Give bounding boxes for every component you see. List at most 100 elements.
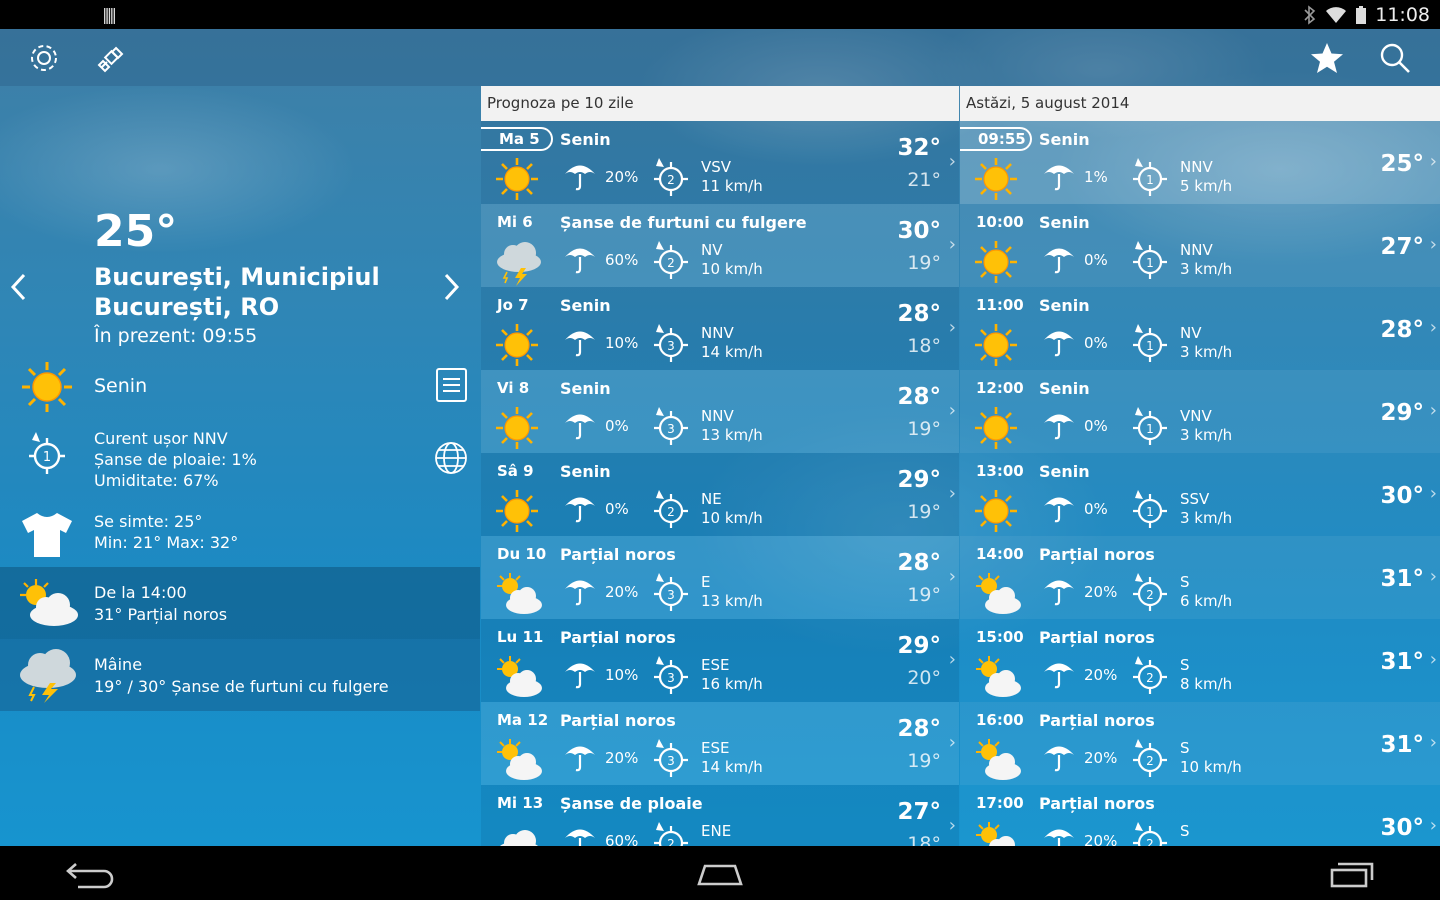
wind-compass-icon: 2 [649,819,693,846]
wind-speed: 11 km/h [701,177,763,195]
forecast-desc: Parțial noros [1039,628,1155,647]
sun-icon [974,406,1018,450]
sun-icon [22,362,72,412]
sun-icon [495,157,539,201]
hour-row[interactable]: 09:55 Senin 1% 1 NNV 5 km/h 25° › [960,121,1440,204]
svg-text:2: 2 [1146,588,1154,602]
forecast-desc: Șanse de ploaie [560,794,703,813]
hour-row[interactable]: 16:00 Parțial noros 20% 2 S 10 km/h 31° › [960,702,1440,785]
back-icon[interactable] [64,860,118,890]
status-bar: ||||| 11:08 [0,0,1440,29]
sun-icon [495,489,539,533]
shirt-icon [22,513,72,557]
home-icon[interactable] [697,862,743,886]
day-row[interactable]: Jo 7 Senin 10% 3 NNV 14 km/h 28° 18° › [481,287,959,370]
day-row[interactable]: Ma 12 Parțial noros 20% 3 ESE 14 km/h 28° 19° › [481,702,959,785]
document-icon[interactable] [436,368,467,402]
navigation-bar [0,846,1440,900]
high-temp: 28° [897,301,941,327]
high-temp: 27° [897,799,941,825]
hour-row[interactable]: 10:00 Senin 0% 1 NNV 3 km/h 27° › [960,204,1440,287]
wind-compass-icon: 3 [649,321,693,365]
chevron-right-icon[interactable] [440,272,462,310]
chevron-right-icon: › [1429,234,1437,255]
wind-direction: VSV [701,158,732,176]
tomorrow-card[interactable]: Mâine 19° / 30° Șanse de furtuni cu fulg… [0,639,480,711]
day-row[interactable]: Sâ 9 Senin 0% 2 NE 10 km/h 29° 19° › [481,453,959,536]
day-label: Ma 5 [481,127,553,151]
svg-text:3: 3 [667,422,675,436]
later-today-card[interactable]: De la 14:00 31° Parțial noros [0,567,480,639]
recents-icon[interactable] [1330,860,1374,888]
ten-day-header: Prognoza pe 10 zile [481,86,959,121]
notification-icon: ||||| [102,5,117,24]
day-label: Ma 12 [497,711,549,729]
location-line-2: București, RO [94,293,280,321]
wind-summary: Curent ușor NNV [94,429,228,448]
wind-compass-icon: 3 [649,570,693,614]
day-row[interactable]: Mi 13 Șanse de ploaie 60% 2 ENE 27° 18° › [481,785,959,846]
svg-text:2: 2 [1146,754,1154,768]
precip-chance: 0% [605,417,629,435]
globe-icon[interactable] [434,441,468,475]
later-forecast: 31° Parțial noros [94,605,228,624]
search-icon[interactable] [1377,40,1413,76]
hour-row[interactable]: 13:00 Senin 0% 1 SSV 3 km/h 30° › [960,453,1440,536]
hour-temp: 30° [1380,483,1424,509]
wind-compass-icon: 3 [649,653,693,697]
partly-cloudy-icon [495,572,542,616]
chevron-right-icon: › [1429,566,1437,587]
forecast-desc: Senin [560,130,611,149]
hour-row[interactable]: 14:00 Parțial noros 20% 2 S 6 km/h 31° › [960,536,1440,619]
hour-label: 15:00 [976,628,1024,646]
min-max: Min: 21° Max: 32° [94,533,239,552]
umbrella-icon [563,327,597,357]
day-row[interactable]: Lu 11 Parțial noros 10% 3 ESE 16 km/h 29° 20° › [481,619,959,702]
day-row[interactable]: Du 10 Parțial noros 20% 3 E 13 km/h 28° 19° › [481,536,959,619]
svg-text:2: 2 [1146,837,1154,846]
wind-compass-icon: 3 [649,736,693,780]
wind-compass-icon: 1 [1128,404,1172,448]
day-row[interactable]: Vi 8 Senin 0% 3 NNV 13 km/h 28° 19° › [481,370,959,453]
precip-chance: 1% [1084,168,1108,186]
hour-row[interactable]: 15:00 Parțial noros 20% 2 S 8 km/h 31° › [960,619,1440,702]
day-row[interactable]: Ma 5 Senin 20% 2 VSV 11 km/h 32° 21° › [481,121,959,204]
chevron-left-icon[interactable] [8,272,30,310]
hour-temp: 28° [1380,317,1424,343]
hour-row[interactable]: 12:00 Senin 0% 1 VNV 3 km/h 29° › [960,370,1440,453]
sun-icon [974,240,1018,284]
svg-text:3: 3 [667,339,675,353]
low-temp: 21° [907,169,941,191]
partly-cloudy-icon [20,579,78,626]
satellite-icon[interactable] [94,40,130,76]
star-icon[interactable] [1309,40,1345,76]
wind-compass-icon: 1 [29,432,65,474]
hour-row[interactable]: 17:00 Parțial noros 20% 2 S 30° › [960,785,1440,846]
wind-speed: 3 km/h [1180,509,1233,527]
hour-row[interactable]: 11:00 Senin 0% 1 NV 3 km/h 28° › [960,287,1440,370]
hour-temp: 27° [1380,234,1424,260]
gear-icon[interactable] [26,40,62,76]
wind-compass-icon: 1 [1128,238,1172,282]
precip-chance: 10% [605,334,639,352]
day-row[interactable]: Mi 6 Șanse de furtuni cu fulgere 60% 2 NV 10 … [481,204,959,287]
umbrella-icon [563,825,597,846]
precip-chance: 20% [1084,749,1118,767]
low-temp: 19° [907,584,941,606]
day-label: Lu 11 [497,628,544,646]
wind-direction: S [1180,822,1190,840]
svg-text:2: 2 [667,173,675,187]
tomorrow-forecast: 19° / 30° Șanse de furtuni cu fulgere [94,677,389,696]
condition-label: Senin [94,375,148,397]
wind-speed: 6 km/h [1180,592,1233,610]
wind-direction: NNV [701,407,734,425]
precip-chance: 0% [605,500,629,518]
chevron-right-icon: › [1429,151,1437,172]
umbrella-icon [1042,493,1076,523]
forecast-desc: Senin [1039,462,1090,481]
wind-speed: 8 km/h [1180,675,1233,693]
tomorrow-label: Mâine [94,655,143,674]
chevron-right-icon: › [1429,815,1437,836]
precip-chance: 20% [605,168,639,186]
feels-like: Se simte: 25° [94,512,203,531]
